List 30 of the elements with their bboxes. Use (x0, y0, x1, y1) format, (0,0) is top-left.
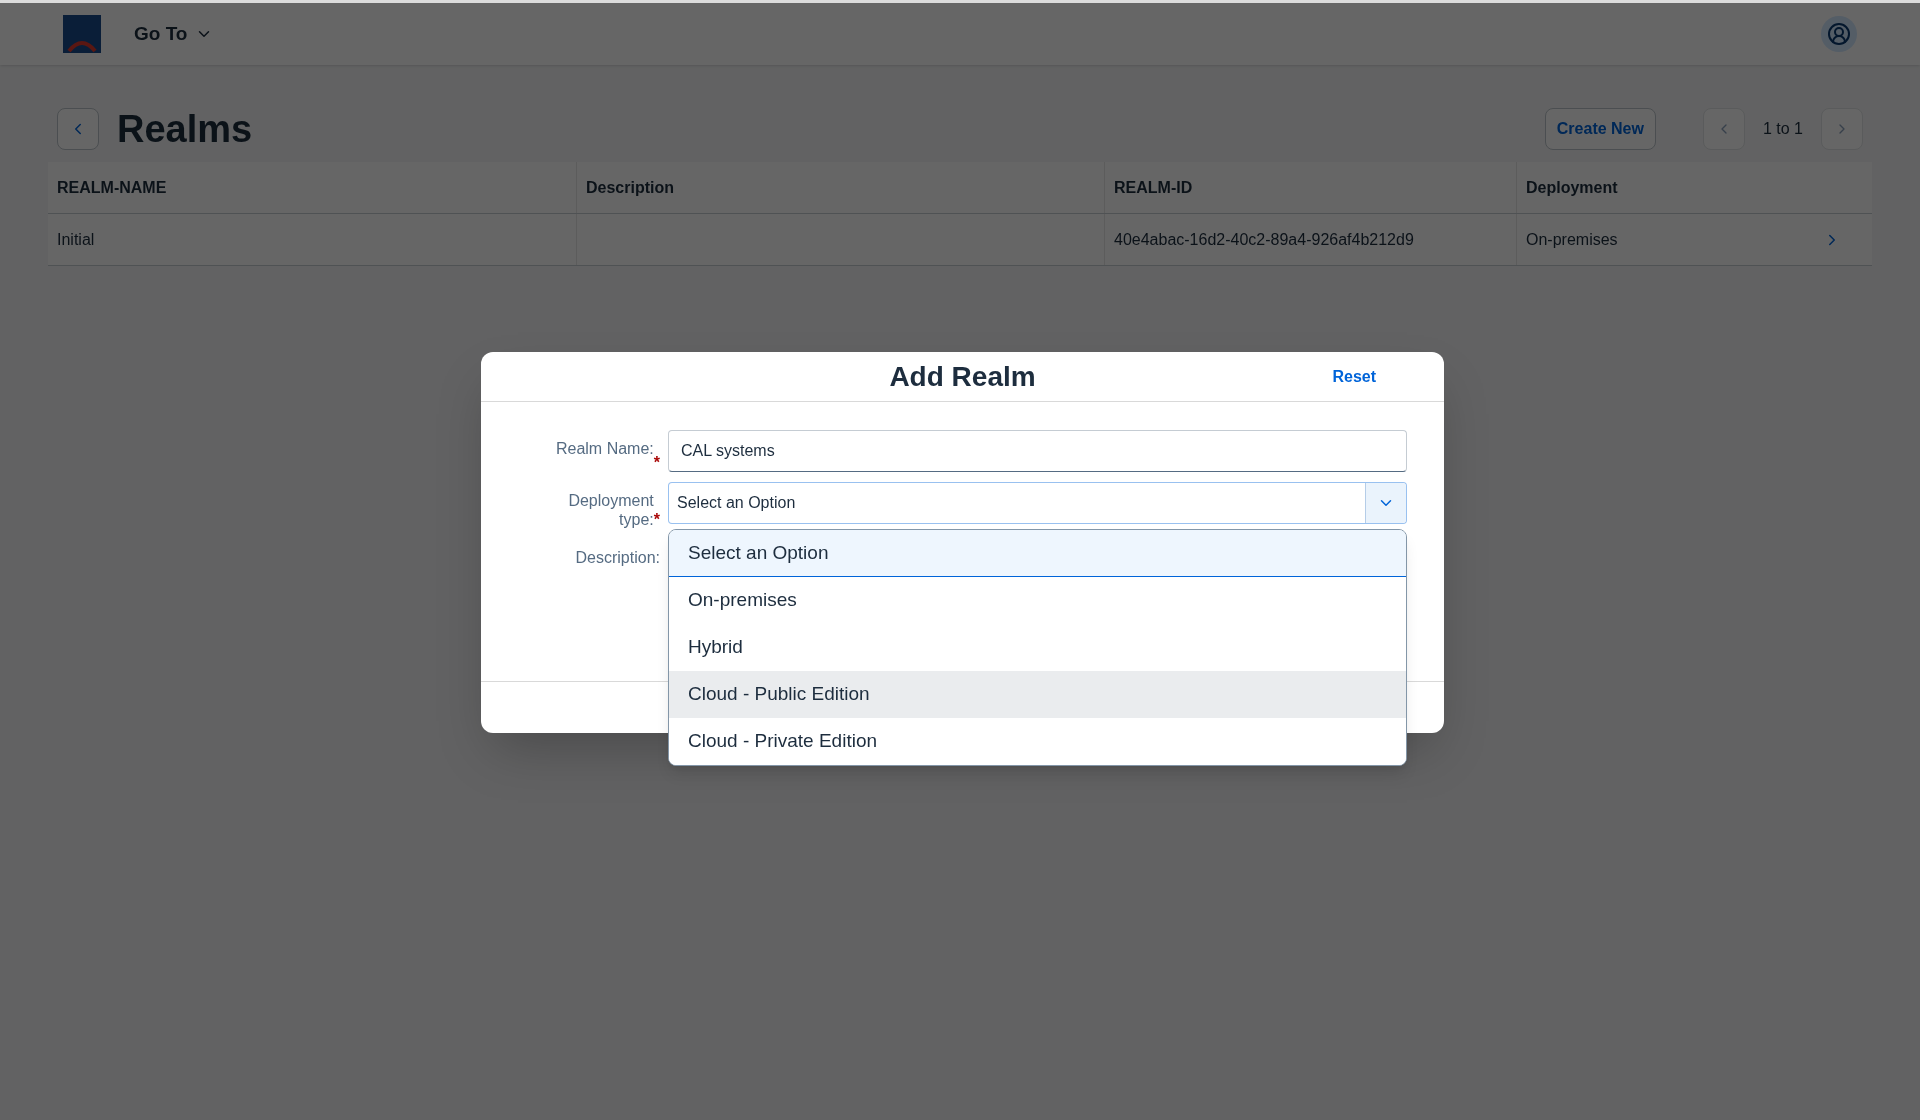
table-cell-text: Initial (57, 229, 95, 250)
required-mark: * (653, 454, 660, 472)
table-cell-text: 40e4abac-16d2-40c2-89a4-926af4b212d9 (1114, 229, 1414, 250)
deployment-select[interactable]: Select an Option (668, 482, 1407, 524)
pagination-label: 1 to 1 (1762, 119, 1803, 139)
user-avatar-button[interactable] (1821, 16, 1857, 52)
previous-page-button[interactable] (1702, 108, 1745, 150)
dropdown-option[interactable]: Hybrid (669, 624, 1406, 671)
logo-icon (63, 15, 101, 53)
field-label: Description: (575, 548, 660, 567)
user-icon (1827, 22, 1851, 46)
column-header: Description (586, 177, 674, 198)
next-page-button[interactable] (1821, 108, 1863, 150)
realm-name-field[interactable]: CAL systems (668, 430, 1407, 472)
column-header: REALM-ID (1114, 177, 1193, 198)
column-header: Deployment (1526, 177, 1618, 198)
dropdown-option[interactable]: On-premises (669, 577, 1406, 624)
table-cell-text: On-premises (1526, 229, 1619, 250)
field-label: Realm Name: (555, 439, 654, 458)
back-button[interactable] (57, 108, 99, 150)
dropdown-option[interactable]: Select an Option (669, 530, 1406, 577)
dropdown-toggle[interactable] (1365, 483, 1406, 523)
dropdown-option[interactable]: Cloud - Private Edition (669, 718, 1406, 765)
column-header: REALM-NAME (57, 177, 167, 198)
dropdown-option[interactable]: Cloud - Public Edition (669, 671, 1406, 718)
page-title: Realms (117, 106, 253, 152)
dialog-title: Add Realm (889, 359, 1036, 394)
required-mark: * (653, 510, 660, 529)
reset-link[interactable]: Reset (1332, 364, 1376, 389)
field-label: Deployment type: (567, 491, 654, 529)
